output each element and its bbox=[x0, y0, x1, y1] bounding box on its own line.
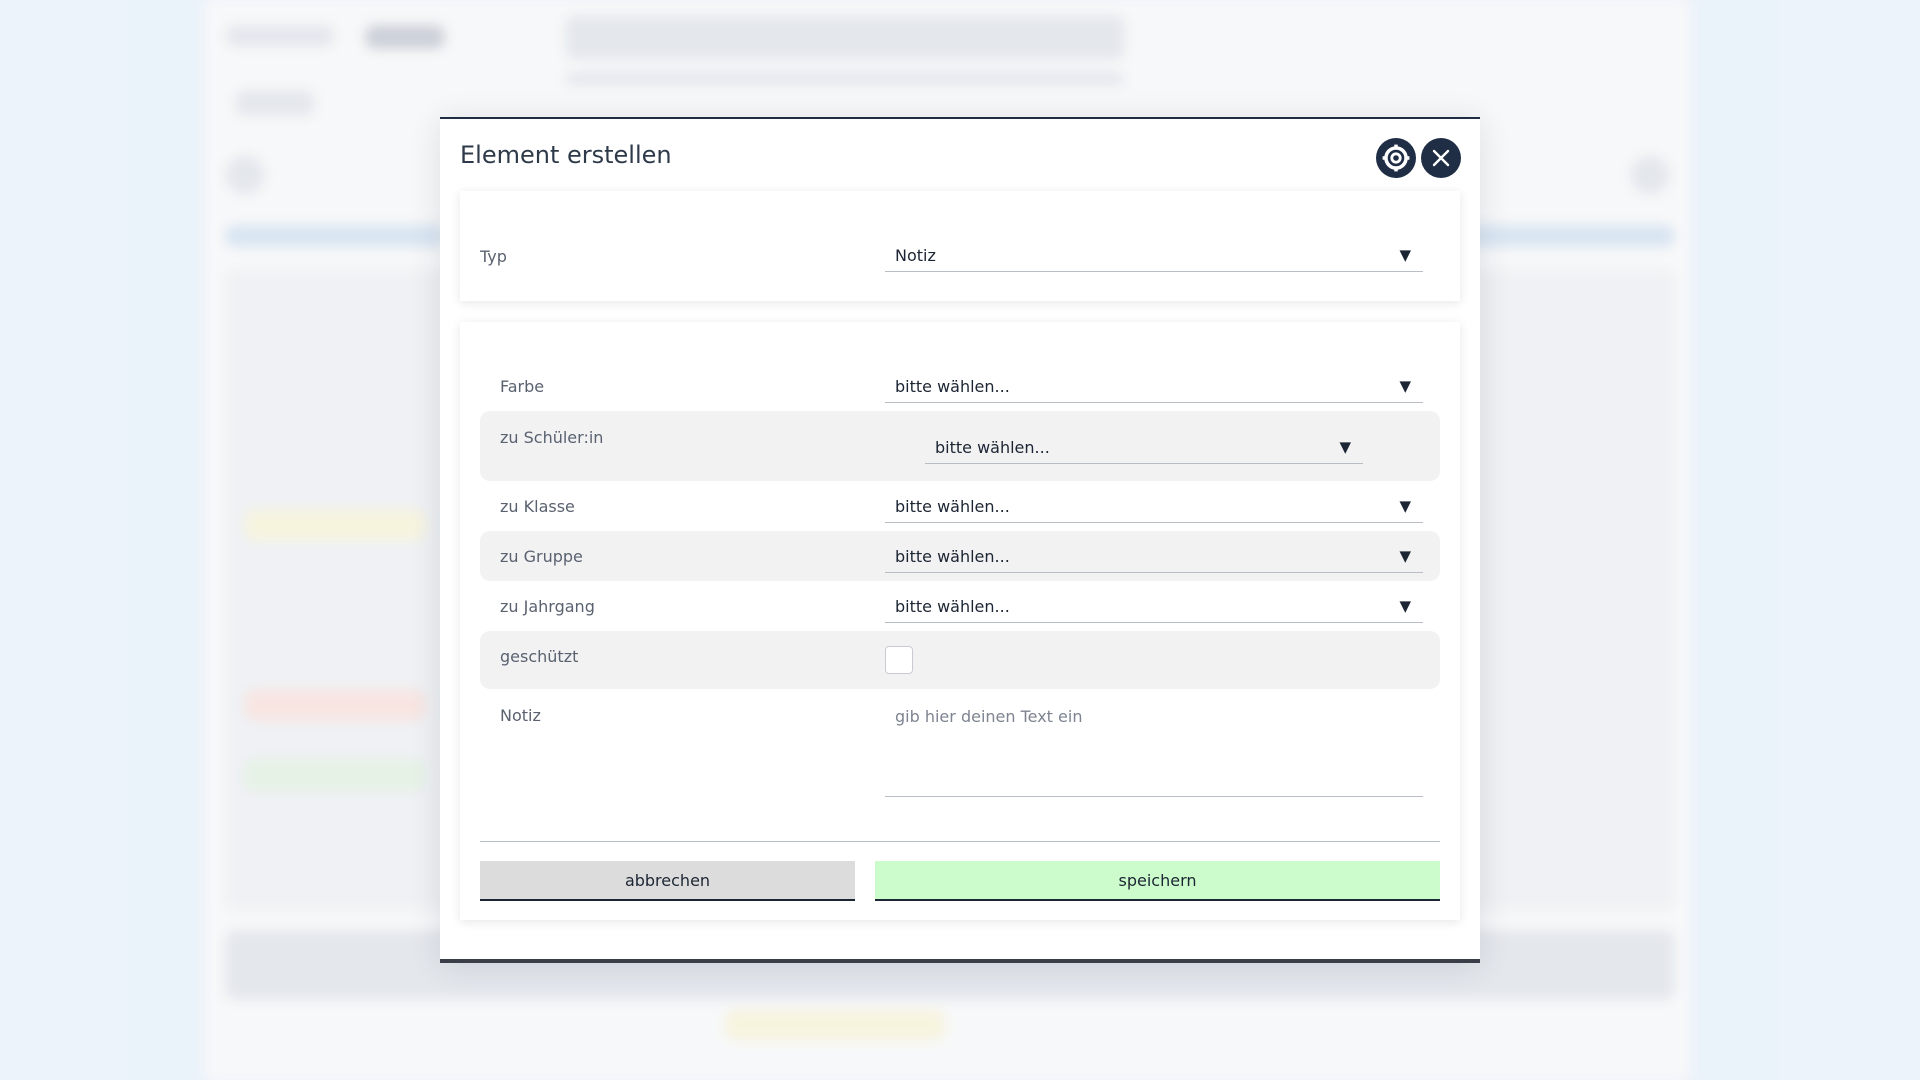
gear-icon bbox=[1382, 144, 1410, 172]
class-select-value: bitte wählen... bbox=[895, 497, 1010, 516]
note-textarea[interactable]: gib hier deinen Text ein bbox=[885, 697, 1423, 797]
type-section: Typ Notiz ▼ bbox=[460, 191, 1460, 301]
group-label: zu Gruppe bbox=[500, 547, 583, 566]
student-select-value: bitte wählen... bbox=[935, 438, 1050, 457]
create-element-dialog: Element erstellen Typ Notiz ▼ Farbe bitt… bbox=[440, 117, 1480, 963]
group-select[interactable]: bitte wählen... ▼ bbox=[885, 542, 1423, 573]
year-select[interactable]: bitte wählen... ▼ bbox=[885, 592, 1423, 623]
type-select-value: Notiz bbox=[895, 246, 936, 265]
chevron-down-icon: ▼ bbox=[1399, 497, 1411, 515]
student-select[interactable]: bitte wählen... ▼ bbox=[925, 433, 1363, 464]
details-section: Farbe bitte wählen... ▼ zu Schüler:in bi… bbox=[460, 322, 1460, 920]
protected-row: geschützt bbox=[480, 631, 1440, 689]
chevron-down-icon: ▼ bbox=[1399, 597, 1411, 615]
divider bbox=[480, 841, 1440, 842]
color-select[interactable]: bitte wählen... ▼ bbox=[885, 372, 1423, 403]
settings-button[interactable] bbox=[1376, 138, 1416, 178]
group-row: zu Gruppe bitte wählen... ▼ bbox=[480, 531, 1440, 581]
class-select[interactable]: bitte wählen... ▼ bbox=[885, 492, 1423, 523]
color-label: Farbe bbox=[500, 377, 545, 396]
protected-label: geschützt bbox=[500, 647, 579, 666]
close-button[interactable] bbox=[1421, 138, 1461, 178]
class-label: zu Klasse bbox=[500, 497, 575, 516]
year-label: zu Jahrgang bbox=[500, 597, 595, 616]
color-select-value: bitte wählen... bbox=[895, 377, 1010, 396]
save-button[interactable]: speichern bbox=[875, 861, 1440, 901]
protected-checkbox[interactable] bbox=[885, 646, 913, 674]
dialog-title: Element erstellen bbox=[460, 141, 672, 169]
note-placeholder: gib hier deinen Text ein bbox=[895, 707, 1083, 726]
chevron-down-icon: ▼ bbox=[1399, 246, 1411, 264]
type-label: Typ bbox=[480, 247, 507, 266]
student-row: zu Schüler:in bitte wählen... ▼ bbox=[480, 411, 1440, 481]
chevron-down-icon: ▼ bbox=[1399, 547, 1411, 565]
student-label: zu Schüler:in bbox=[500, 428, 604, 447]
year-select-value: bitte wählen... bbox=[895, 597, 1010, 616]
chevron-down-icon: ▼ bbox=[1399, 377, 1411, 395]
type-select[interactable]: Notiz ▼ bbox=[885, 241, 1423, 272]
note-label: Notiz bbox=[500, 706, 541, 725]
cancel-button[interactable]: abbrechen bbox=[480, 861, 855, 901]
chevron-down-icon: ▼ bbox=[1339, 438, 1351, 456]
group-select-value: bitte wählen... bbox=[895, 547, 1010, 566]
close-icon bbox=[1432, 149, 1450, 167]
